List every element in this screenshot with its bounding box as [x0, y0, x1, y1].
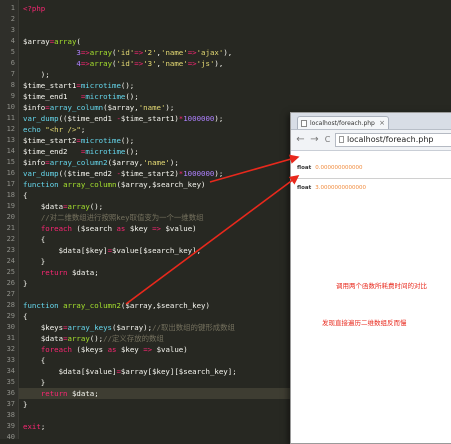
- code-line-11: var_dump(($time_end1 -$time_start1)*1000…: [23, 114, 224, 123]
- output-type: float: [297, 165, 312, 171]
- code-line-22: {: [23, 235, 46, 244]
- browser-window[interactable]: localhost/foreach.php × ← → C localhost/…: [290, 112, 451, 444]
- code-line-14: $time_end2 =microtime();: [23, 147, 139, 156]
- line-number: 5: [10, 48, 15, 56]
- address-bar[interactable]: localhost/foreach.php: [335, 133, 451, 147]
- line-number: 19: [6, 202, 15, 210]
- line-number: 18: [6, 191, 15, 199]
- code-line-34: $data[$value]=$array[$key][$search_key];: [58, 367, 237, 376]
- code-line-37: }: [23, 400, 28, 409]
- line-number: 2: [10, 15, 15, 23]
- code-line-35: }: [23, 378, 46, 387]
- output-line-1: float 0.000000000000: [297, 165, 362, 171]
- reload-button[interactable]: C: [321, 133, 334, 146]
- line-number: 7: [10, 70, 15, 78]
- code-line-12: echo "<hr />";: [23, 125, 86, 134]
- line-number: 22: [6, 235, 15, 243]
- line-number: 16: [6, 169, 15, 177]
- code-line-19: $data=array();: [40, 202, 104, 211]
- page-content: float 0.000000000000 float 3.0000000000000…: [291, 151, 451, 443]
- code-line-6: 4=>array('id'=>'3','name'=>'js'),: [76, 59, 224, 68]
- line-number: 39: [6, 422, 15, 430]
- back-button[interactable]: ←: [294, 133, 307, 146]
- tab-foreach[interactable]: localhost/foreach.php ×: [297, 116, 389, 129]
- line-number: 34: [6, 367, 15, 375]
- line-number: 13: [6, 136, 15, 144]
- line-number: 27: [6, 290, 15, 298]
- line-number: 25: [6, 268, 15, 276]
- code-line-17: function array_column($array,$search_key…: [23, 180, 206, 189]
- line-number: 3: [10, 26, 15, 34]
- page-icon: [339, 136, 344, 143]
- line-number: 11: [6, 114, 15, 122]
- line-number: 21: [6, 224, 15, 232]
- code-line-20: //对二维数组进行按照key取值变为一个一维数组: [40, 213, 204, 222]
- page-icon: [301, 120, 307, 127]
- output-type: float: [297, 185, 312, 191]
- line-number: 40: [6, 433, 15, 441]
- line-number: 35: [6, 378, 15, 386]
- tab-bar: localhost/foreach.php ×: [291, 113, 451, 130]
- line-number: 32: [6, 345, 15, 353]
- code-line-28: function array_column2($array,$search_ke…: [23, 301, 210, 310]
- output-value: 0.000000000000: [315, 165, 363, 171]
- line-number: 30: [6, 323, 15, 331]
- code-line-8: $time_start1=microtime();: [23, 81, 135, 90]
- code-line-5: 3=>array('id'=>'2','name'=>'ajax'),: [76, 48, 233, 57]
- line-number: 10: [6, 103, 15, 111]
- code-line-32: foreach ($keys as $key => $value): [40, 345, 188, 354]
- code-line-39: exit;: [23, 422, 46, 431]
- code-line-26: }: [23, 279, 28, 288]
- code-line-33: {: [23, 356, 46, 365]
- annotation-compare: 调用两个函数所耗费时间的对比: [336, 282, 427, 290]
- line-number: 14: [6, 147, 15, 155]
- annotation-slow: 发现直接遍历二维数组反而慢: [322, 319, 407, 327]
- line-number: 12: [6, 125, 15, 133]
- code-line-13: $time_start2=microtime();: [23, 136, 135, 145]
- line-number: 28: [6, 301, 15, 309]
- line-number: 26: [6, 279, 15, 287]
- line-number: 36: [6, 389, 15, 397]
- code-line-18: {: [23, 191, 28, 200]
- close-icon[interactable]: ×: [379, 117, 385, 129]
- line-number: 6: [10, 59, 15, 67]
- line-number: 20: [6, 213, 15, 221]
- line-number: 9: [10, 92, 15, 100]
- code-line-23: $data[$key]=$value[$search_key];: [58, 246, 202, 255]
- horizontal-rule: [295, 178, 451, 179]
- code-line-29: {: [23, 312, 28, 321]
- code-line-15: $info=array_column2($array,'name');: [23, 158, 179, 167]
- code-line-31: $data=array();//定义存放的数组: [40, 334, 164, 343]
- line-number: 37: [6, 400, 15, 408]
- code-line-4: $array=array(: [23, 37, 81, 46]
- line-number: 1: [10, 4, 15, 12]
- line-number: 17: [6, 180, 15, 188]
- code-line-25: return $data;: [40, 268, 99, 277]
- code-line-21: foreach ($search as $key => $value): [40, 224, 197, 233]
- line-number: 31: [6, 334, 15, 342]
- output-line-2: float 3.0000000000000: [297, 185, 366, 191]
- code-line-16: var_dump(($time_end2 -$time_start2)*1000…: [23, 169, 224, 178]
- code-line-9: $time_end1 =microtime();: [23, 92, 139, 101]
- url-text: localhost/foreach.php: [347, 135, 434, 144]
- line-number: 8: [10, 81, 15, 89]
- code-line-10: $info=array_column($array,'name');: [23, 103, 175, 112]
- navigation-bar: ← → C localhost/foreach.php: [291, 130, 451, 151]
- line-number: 24: [6, 257, 15, 265]
- tab-title: localhost/foreach.php: [310, 120, 375, 127]
- line-number: 23: [6, 246, 15, 254]
- code-line-36: return $data;: [40, 389, 99, 398]
- line-number: 38: [6, 411, 15, 419]
- code-line-7: );: [23, 70, 50, 79]
- code-line-30: $keys=array_keys($array);//取出数组的键形成数组: [40, 323, 235, 332]
- output-value: 3.0000000000000: [315, 185, 366, 191]
- line-number: 15: [6, 158, 15, 166]
- line-number: 29: [6, 312, 15, 320]
- code-line-24: }: [23, 257, 46, 266]
- line-number: 33: [6, 356, 15, 364]
- line-number: 4: [10, 37, 15, 45]
- code-line-1: <?php: [23, 4, 46, 13]
- forward-button[interactable]: →: [308, 133, 321, 146]
